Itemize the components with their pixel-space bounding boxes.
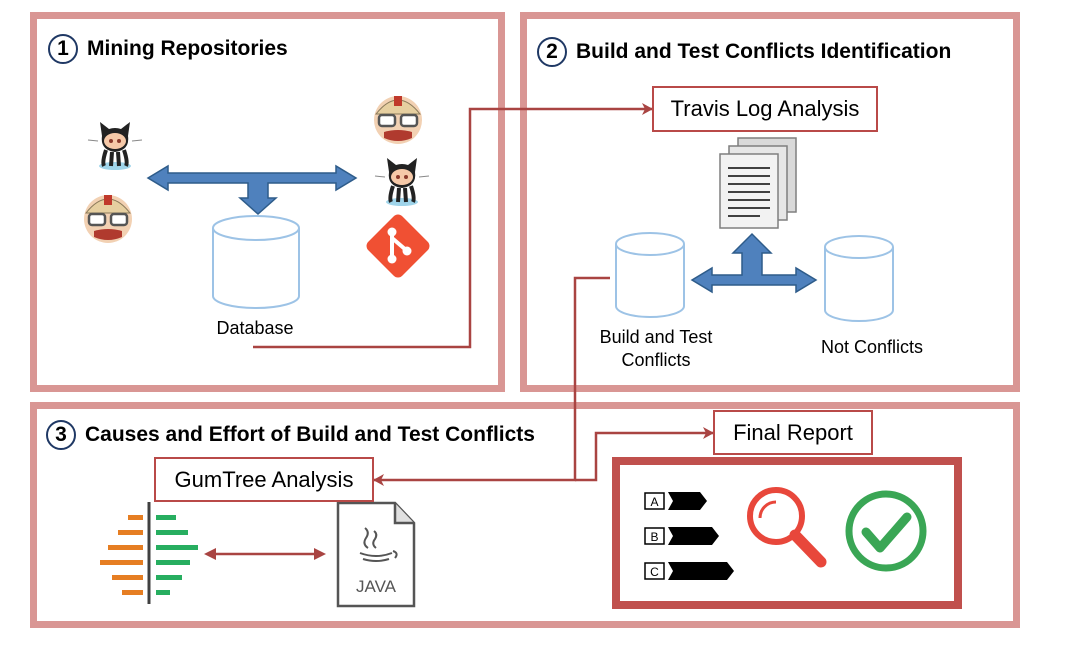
checkmark-icon [845,490,927,572]
travis-ci-mascot-icon [374,96,422,144]
github-octocat-icon [374,158,430,206]
final-report-box: Final Report [713,410,873,455]
connector-to-final-report [575,427,714,482]
java-label: JAVA [356,577,397,596]
blue-arrow-repositories [146,164,358,216]
travis-log-analysis-box: Travis Log Analysis [652,86,878,132]
java-file-icon: JAVA [336,501,416,608]
diagram-connectors: JAVA A B C [100,103,927,608]
database-build-test-conflicts-icon [615,232,685,318]
magnifier-icon [747,487,827,568]
connector-database-to-travis [253,103,653,349]
blue-arrow-classification [690,232,818,294]
svg-text:A: A [650,495,658,509]
document-stack-icon [719,137,797,229]
report-item-b: B [644,527,719,545]
double-arrow-gumtree-java [204,548,326,560]
gumtree-diff-icon [100,502,198,604]
build-test-conflicts-line2: Conflicts [621,349,691,370]
database-icon [212,215,300,309]
build-test-conflicts-line1: Build and Test [599,327,713,347]
git-logo-icon [366,214,430,278]
travis-ci-mascot-icon [84,195,132,243]
svg-text:B: B [650,530,658,544]
report-item-a: A [644,492,707,510]
report-item-c: C [644,562,734,580]
database-not-conflicts-icon [824,235,894,322]
report-list-icon: A B C [644,492,734,580]
svg-text:C: C [650,565,659,579]
database-label: Database [216,318,294,338]
gumtree-analysis-box: GumTree Analysis [154,457,374,502]
not-conflicts-label: Not Conflicts [820,337,924,357]
connector-conflicts-to-gumtree [373,276,610,486]
build-test-conflicts-label: Build and Test Conflicts [576,326,736,371]
github-octocat-icon [87,122,143,170]
